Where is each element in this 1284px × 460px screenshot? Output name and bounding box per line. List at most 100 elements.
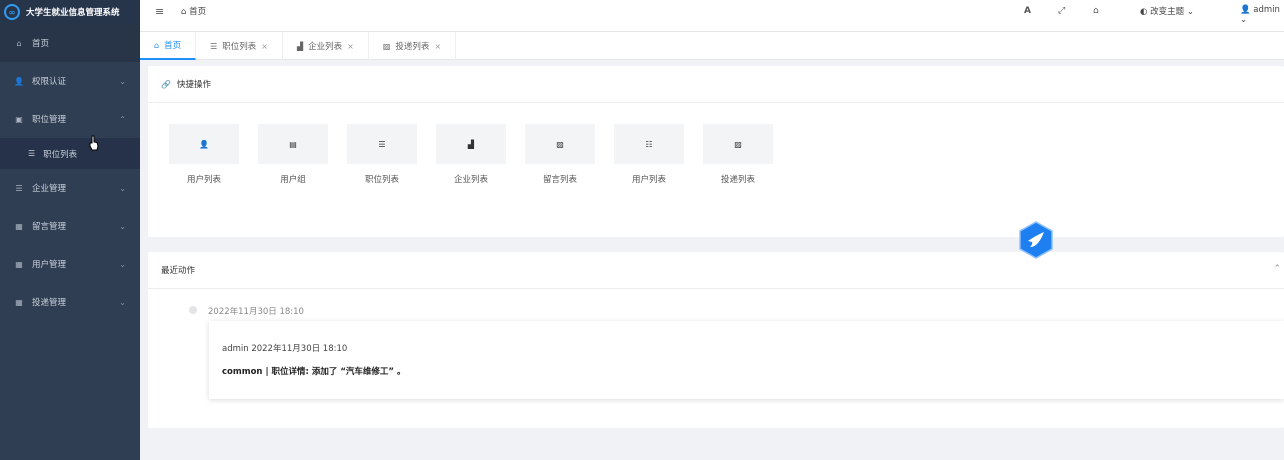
top-bar: ≡ ⌂ 首页 A ⤢ ⌂ ◐ 改变主题 ⌄ 👤 admin ⌄ <box>140 0 1284 32</box>
quick-item[interactable]: ▟ 企业列表 <box>436 124 506 185</box>
factory-icon: ▟ <box>296 41 304 51</box>
tab-label: 首页 <box>164 41 182 51</box>
quick-item[interactable]: ▨ 留言列表 <box>525 124 595 185</box>
quick-item-label: 职位列表 <box>364 175 399 185</box>
list-icon: ☰ <box>347 124 417 164</box>
table-icon: ▤ <box>258 124 328 164</box>
quick-item[interactable]: 👤 用户列表 <box>169 124 239 185</box>
sidebar-item-users[interactable]: ▦ 用户管理 ⌄ <box>0 245 140 283</box>
sidebar-item-label: 留言管理 <box>32 222 67 232</box>
home-icon: ⌂ <box>16 38 22 48</box>
sidebar-item-auth[interactable]: 👤 权限认证 ⌄ <box>0 62 140 100</box>
panel-header: 🔗 快捷操作 <box>148 66 1284 103</box>
app-title: 大学生就业信息管理系统 <box>26 8 120 18</box>
chevron-down-icon: ⌄ <box>119 221 126 231</box>
sidebar-item-company[interactable]: ☰ 企业管理 ⌄ <box>0 169 140 207</box>
home-icon: ⌂ <box>181 7 187 17</box>
timeline-meta: admin 2022年11月30日 18:10 <box>222 344 348 354</box>
quick-item[interactable]: ▤ 用户组 <box>258 124 328 185</box>
theme-label: 改变主题 <box>1150 7 1185 17</box>
chevron-down-icon: ⌄ <box>119 259 126 269</box>
chevron-down-icon: ⌄ <box>119 297 126 307</box>
breadcrumb[interactable]: ⌂ 首页 <box>181 5 206 17</box>
timeline-dot <box>189 306 197 314</box>
quick-item-label: 用户列表 <box>186 175 221 185</box>
close-icon[interactable]: × <box>434 42 441 51</box>
chevron-up-icon[interactable]: ⌃ <box>1273 264 1281 274</box>
quick-item-label: 用户组 <box>280 175 306 185</box>
tab-company-list[interactable]: ▟ 企业列表 × <box>283 32 369 60</box>
theme-switcher[interactable]: ◐ 改变主题 ⌄ <box>1140 5 1194 17</box>
list-icon: ☰ <box>28 149 36 158</box>
quick-actions: 👤 用户列表 ▤ 用户组 ☰ 职位列表 ▟ 企业列表 ▨ 留言列表 ☷ 用户列表… <box>169 124 792 185</box>
sidebar-item-label: 投递管理 <box>32 298 67 308</box>
tab-label: 企业列表 <box>308 42 343 52</box>
user-label: admin <box>1253 5 1280 15</box>
palette-icon: ◐ <box>1140 7 1148 17</box>
breadcrumb-label: 首页 <box>189 7 207 17</box>
sidebar-item-label: 权限认证 <box>32 77 67 87</box>
sidebar-subitem-job-list[interactable]: ☰ 职位列表 <box>0 138 140 169</box>
close-icon[interactable]: × <box>261 42 268 51</box>
app-brand[interactable]: ∞ 大学生就业信息管理系统 <box>0 0 140 24</box>
tab-label: 职位列表 <box>222 42 257 52</box>
chevron-down-icon: ⌄ <box>119 183 126 193</box>
quick-item[interactable]: ☷ 用户列表 <box>614 124 684 185</box>
panel-header: 最近动作 ⌃ <box>148 252 1284 289</box>
grid-icon: ▦ <box>15 297 23 307</box>
quick-item-label: 用户列表 <box>631 175 666 185</box>
sidebar-item-label: 职位管理 <box>32 115 67 125</box>
sidebar-item-label: 首页 <box>32 39 50 49</box>
sidebar-item-applications[interactable]: ▦ 投递管理 ⌄ <box>0 283 140 321</box>
sidebar-item-home[interactable]: ⌂ 首页 <box>0 24 140 62</box>
home-icon: ⌂ <box>154 40 160 50</box>
chevron-down-icon: ⌄ <box>1186 7 1194 17</box>
quick-item[interactable]: ☰ 职位列表 <box>347 124 417 185</box>
timeline-message: common | 职位详情: 添加了 “汽车维修工” 。 <box>222 367 406 377</box>
chevron-down-icon: ⌄ <box>119 76 126 86</box>
tab-bar: ⌂ 首页 ☰ 职位列表 × ▟ 企业列表 × ▨ 投递列表 × <box>140 32 1284 60</box>
list-alt-icon: ☷ <box>614 124 684 164</box>
fullscreen-icon[interactable]: ⤢ <box>1058 6 1065 16</box>
link-icon: 🔗 <box>161 79 171 89</box>
panel-title: 最近动作 <box>161 266 196 276</box>
list-icon: ☰ <box>210 41 218 51</box>
list-icon: ☰ <box>15 183 23 193</box>
quick-item-label: 企业列表 <box>453 175 488 185</box>
sidebar-item-label: 企业管理 <box>32 184 67 194</box>
user-shield-icon: 👤 <box>14 76 24 86</box>
quick-item-label: 投递列表 <box>720 175 755 185</box>
recent-actions-panel: 最近动作 ⌃ 2022年11月30日 18:10 admin 2022年11月3… <box>148 252 1284 428</box>
menu-toggle-icon[interactable]: ≡ <box>155 5 164 18</box>
tab-home[interactable]: ⌂ 首页 <box>140 32 197 60</box>
quick-item[interactable]: ▨ 投递列表 <box>703 124 773 185</box>
sidebar-item-label: 用户管理 <box>32 260 67 270</box>
sidebar-item-messages[interactable]: ▦ 留言管理 ⌄ <box>0 207 140 245</box>
image-icon: ▨ <box>525 124 595 164</box>
sidebar-subitem-label: 职位列表 <box>43 149 78 160</box>
briefcase-icon: ▣ <box>15 114 23 124</box>
sidebar-item-jobs[interactable]: ▣ 职位管理 ⌃ <box>0 100 140 138</box>
timeline-card: admin 2022年11月30日 18:10 common | 职位详情: 添… <box>209 321 1284 399</box>
floating-bird-icon[interactable] <box>1017 221 1055 259</box>
close-icon[interactable]: × <box>347 42 354 51</box>
factory-icon: ▟ <box>436 124 506 164</box>
home-icon[interactable]: ⌂ <box>1093 6 1099 16</box>
user-icon: 👤 <box>169 124 239 164</box>
sidebar: ∞ 大学生就业信息管理系统 ⌂ 首页 👤 权限认证 ⌄ ▣ 职位管理 ⌃ ☰ 职… <box>0 0 140 460</box>
quick-actions-panel: 🔗 快捷操作 👤 用户列表 ▤ 用户组 ☰ 职位列表 ▟ 企业列表 ▨ 留言列表… <box>148 66 1284 237</box>
font-size-icon[interactable]: A <box>1024 6 1031 16</box>
chevron-down-icon: ⌄ <box>1240 15 1248 25</box>
grid-icon: ▦ <box>15 221 23 231</box>
tab-label: 投递列表 <box>395 42 430 52</box>
image-icon: ▨ <box>703 124 773 164</box>
tab-application-list[interactable]: ▨ 投递列表 × <box>369 32 457 60</box>
logo-icon: ∞ <box>4 4 20 20</box>
user-menu[interactable]: 👤 admin ⌄ <box>1240 5 1284 25</box>
quick-item-label: 留言列表 <box>542 175 577 185</box>
mouse-cursor-icon <box>89 135 99 151</box>
image-icon: ▨ <box>382 41 391 51</box>
grid-icon: ▦ <box>15 259 23 269</box>
tab-job-list[interactable]: ☰ 职位列表 × <box>196 32 283 60</box>
chevron-up-icon: ⌃ <box>119 114 126 124</box>
